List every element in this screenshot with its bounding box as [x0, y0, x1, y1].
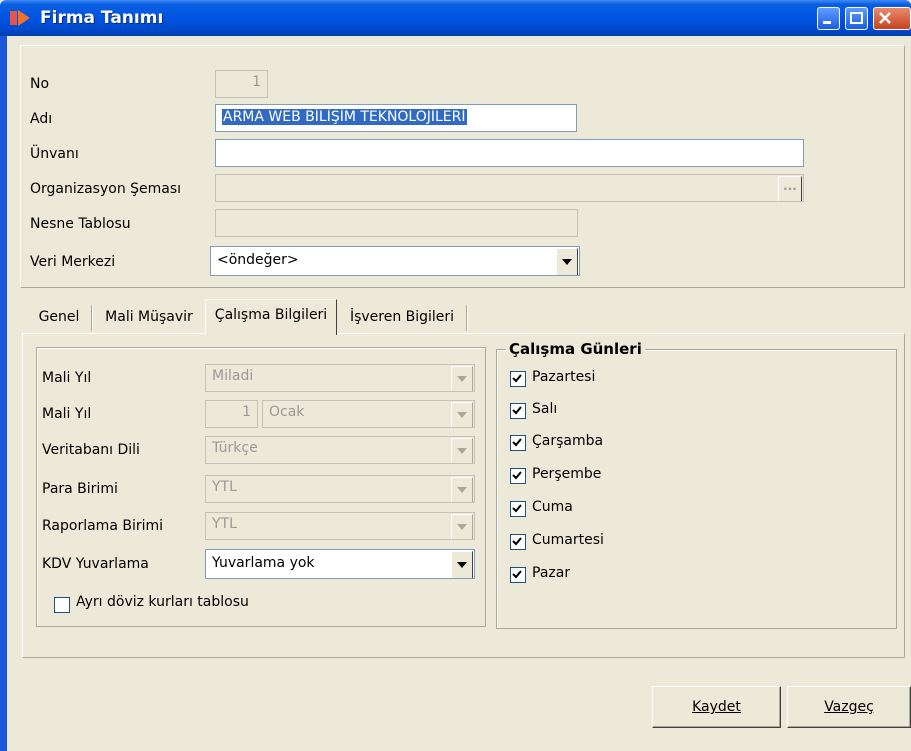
cancel-button-label: Vazgeç — [824, 699, 874, 715]
cumartesi-checkbox[interactable] — [510, 534, 526, 554]
veri-merkezi-select[interactable]: <öndeğer> — [210, 246, 580, 276]
save-button[interactable]: Kaydet — [652, 686, 781, 728]
chevron-down-icon — [457, 487, 467, 493]
mali-yil-month-select: Ocak — [262, 400, 475, 428]
adi-input[interactable]: ARMA WEB BİLİŞİM TEKNOLOJİLERİ — [215, 104, 577, 132]
veri-merkezi-value: <öndeğer> — [217, 252, 299, 268]
chevron-down-icon — [457, 412, 467, 418]
veri-merkezi-label: Veri Merkezi — [30, 254, 116, 270]
raporlama-birimi-value: YTL — [212, 516, 237, 532]
carsamba-checkbox[interactable] — [510, 435, 526, 455]
raporlama-birimi-dropdown-button — [451, 514, 473, 539]
no-label: No — [30, 76, 50, 92]
cancel-button[interactable]: Vazgeç — [787, 686, 911, 728]
sali-label: Salı — [532, 401, 558, 417]
persembe-label: Perşembe — [532, 466, 602, 482]
cumartesi-label: Cumartesi — [532, 532, 604, 548]
minimize-button[interactable] — [817, 7, 840, 30]
checkbox-checked-icon — [510, 567, 526, 583]
veritabani-dili-label: Veritabanı Dili — [42, 442, 140, 458]
app-icon — [10, 8, 32, 28]
mali-yil-number: 1 — [242, 404, 251, 420]
mali-yil-month: Ocak — [269, 404, 305, 420]
tab-separator — [91, 305, 93, 331]
organizasyon-label: Organizasyon Şeması — [30, 181, 182, 197]
pazartesi-checkbox[interactable] — [510, 371, 526, 391]
chevron-down-icon — [457, 524, 467, 530]
mali-yil-dropdown-button — [451, 366, 473, 391]
adi-label: Adı — [30, 111, 53, 127]
checkbox-checked-icon — [510, 534, 526, 550]
chevron-down-icon — [457, 376, 467, 382]
cuma-label: Cuma — [532, 499, 573, 515]
unvani-input[interactable] — [215, 139, 804, 167]
chevron-down-icon — [457, 562, 467, 568]
veritabani-dili-select: Türkçe — [205, 436, 475, 464]
sali-checkbox[interactable] — [510, 403, 526, 423]
tab-separator — [466, 305, 468, 331]
persembe-checkbox[interactable] — [510, 468, 526, 488]
nesne-tablosu-label: Nesne Tablosu — [30, 216, 131, 232]
checkbox-checked-icon — [510, 501, 526, 517]
save-button-label: Kaydet — [692, 699, 741, 715]
nesne-tablosu-field — [215, 209, 578, 237]
mali-yil-number-field: 1 — [205, 400, 258, 428]
organizasyon-field: ... — [215, 174, 804, 202]
tab-isveren-bigileri[interactable]: İşveren Bigileri — [338, 303, 466, 333]
window-title: Firma Tanımı — [40, 8, 164, 28]
unvani-label: Ünvanı — [30, 146, 79, 162]
pazar-checkbox[interactable] — [510, 567, 526, 587]
para-birimi-dropdown-button — [451, 477, 473, 502]
ayri-doviz-checkbox[interactable] — [54, 597, 70, 617]
carsamba-label: Çarşamba — [532, 433, 604, 449]
veri-merkezi-dropdown-button[interactable] — [556, 248, 578, 275]
mali-yil2-label: Mali Yıl — [42, 406, 92, 422]
chevron-down-icon — [457, 448, 467, 454]
veritabani-dili-dropdown-button — [451, 438, 473, 463]
mali-yil-month-dropdown-button — [451, 402, 473, 427]
kdv-yuvarlama-dropdown-button[interactable] — [451, 551, 473, 578]
close-button[interactable] — [873, 7, 911, 30]
para-birimi-value: YTL — [212, 479, 237, 495]
ayri-doviz-label: Ayrı döviz kurları tablosu — [76, 594, 249, 610]
kdv-yuvarlama-label: KDV Yuvarlama — [42, 556, 149, 572]
tab-calisma-bilgileri[interactable]: Çalışma Bilgileri — [205, 301, 337, 331]
adi-value: ARMA WEB BİLİŞİM TEKNOLOJİLERİ — [222, 109, 467, 125]
kdv-yuvarlama-value: Yuvarlama yok — [212, 555, 315, 571]
maximize-button[interactable] — [845, 7, 868, 30]
para-birimi-label: Para Birimi — [42, 481, 118, 497]
mali-yil-label: Mali Yıl — [42, 370, 92, 386]
mali-yil-value: Miladi — [212, 368, 254, 384]
kdv-yuvarlama-select[interactable]: Yuvarlama yok — [205, 549, 475, 579]
mali-yil-select: Miladi — [205, 364, 475, 392]
tab-mali-musavir[interactable]: Mali Müşavir — [95, 303, 203, 333]
para-birimi-select: YTL — [205, 475, 475, 503]
cuma-checkbox[interactable] — [510, 501, 526, 521]
raporlama-birimi-select: YTL — [205, 512, 475, 540]
veritabani-dili-value: Türkçe — [212, 440, 258, 456]
tab-genel[interactable]: Genel — [28, 303, 90, 333]
no-field: 1 — [215, 70, 268, 98]
pazar-label: Pazar — [532, 565, 571, 581]
window-frame-left — [0, 36, 7, 751]
checkbox-checked-icon — [510, 371, 526, 387]
calisma-gunleri-title: Çalışma Günleri — [506, 340, 645, 358]
chevron-down-icon — [562, 259, 572, 265]
checkbox-checked-icon — [510, 403, 526, 419]
checkbox-checked-icon — [510, 468, 526, 484]
organizasyon-browse-button[interactable]: ... — [778, 176, 802, 201]
raporlama-birimi-label: Raporlama Birimi — [42, 518, 164, 534]
no-value: 1 — [252, 74, 261, 90]
calisma-gunleri-group — [496, 349, 897, 629]
checkbox-checked-icon — [510, 435, 526, 451]
checkbox-unchecked-icon — [54, 597, 70, 613]
pazartesi-label: Pazartesi — [532, 369, 596, 385]
